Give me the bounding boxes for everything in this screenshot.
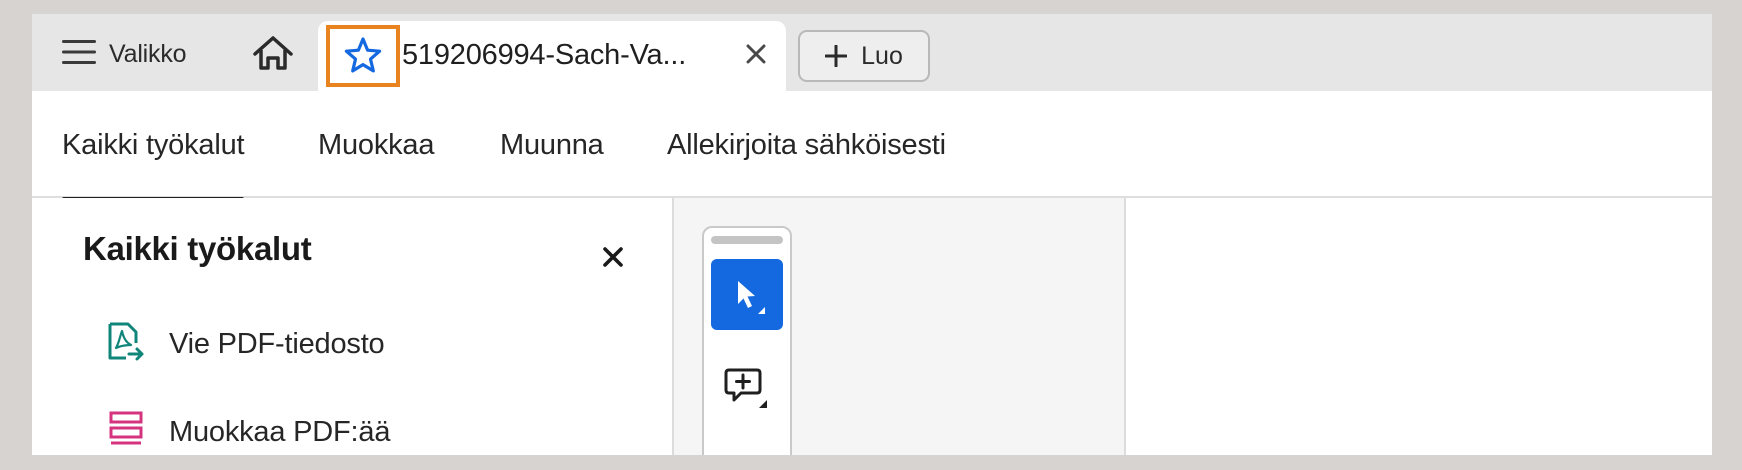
plus-icon bbox=[825, 45, 848, 67]
top-navigation: Kaikki työkalut Muokkaa Muunna Allekirjo… bbox=[32, 91, 1712, 201]
quick-tools-toolbar bbox=[702, 226, 792, 455]
tab-e-sign[interactable]: Allekirjoita sähköisesti bbox=[667, 129, 946, 162]
menu-label: Valikko bbox=[109, 39, 187, 68]
app-window: Valikko 519206994-Sach-Va... Luo Kaikki … bbox=[32, 14, 1712, 455]
tool-label: Vie PDF-tiedosto bbox=[169, 327, 385, 360]
select-tool-button[interactable] bbox=[711, 259, 783, 330]
favorite-star-button[interactable] bbox=[326, 25, 400, 87]
close-icon bbox=[746, 44, 766, 64]
star-icon bbox=[344, 37, 382, 73]
cursor-arrow-icon bbox=[738, 280, 765, 314]
export-pdf-icon bbox=[105, 321, 145, 368]
tab-bar: Valikko 519206994-Sach-Va... Luo bbox=[32, 14, 1712, 91]
close-tab-button[interactable] bbox=[740, 38, 772, 70]
tool-export-pdf[interactable]: Vie PDF-tiedosto bbox=[105, 321, 385, 368]
tool-edit-pdf[interactable]: Muokkaa PDF:ää bbox=[105, 410, 390, 454]
tab-all-tools[interactable]: Kaikki työkalut bbox=[62, 129, 245, 201]
panel-title: Kaikki työkalut bbox=[83, 230, 312, 267]
tool-label: Muokkaa PDF:ää bbox=[169, 415, 391, 448]
document-canvas[interactable] bbox=[1126, 198, 1712, 455]
close-panel-button[interactable] bbox=[594, 238, 632, 276]
add-comment-tool-button[interactable] bbox=[711, 356, 783, 422]
add-comment-icon bbox=[724, 368, 767, 408]
create-label: Luo bbox=[861, 41, 903, 70]
home-button[interactable] bbox=[250, 32, 296, 74]
tab-convert[interactable]: Muunna bbox=[500, 129, 604, 162]
all-tools-panel: Kaikki työkalut Vie PDF-tiedosto Muokkaa… bbox=[32, 198, 672, 455]
hamburger-icon bbox=[62, 39, 96, 70]
document-tab-title[interactable]: 519206994-Sach-Va... bbox=[402, 39, 686, 72]
tab-edit[interactable]: Muokkaa bbox=[318, 129, 434, 162]
menu-button[interactable]: Valikko bbox=[62, 38, 187, 70]
create-button[interactable]: Luo bbox=[798, 30, 930, 82]
edit-pdf-icon bbox=[105, 409, 145, 456]
toolbar-drag-handle[interactable] bbox=[711, 236, 783, 244]
home-icon bbox=[253, 36, 293, 70]
close-icon bbox=[603, 247, 623, 267]
